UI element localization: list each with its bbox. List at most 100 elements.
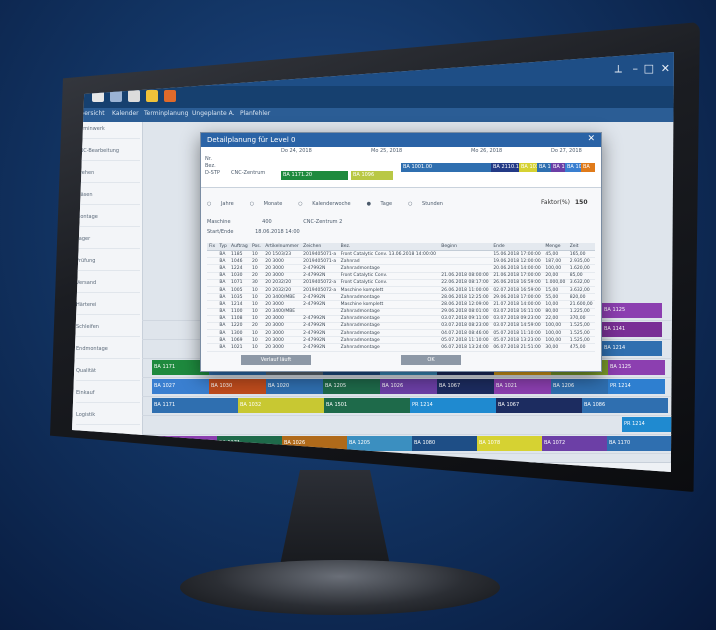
radio-option[interactable]: ● Tage: [166, 465, 184, 471]
gantt-bar[interactable]: BA 1067: [437, 379, 494, 394]
progress-button[interactable]: Verlauf läuft: [241, 355, 311, 365]
gantt-bar[interactable]: BA 1078: [477, 436, 542, 451]
table-cell: 1224: [229, 264, 250, 273]
dialog-gantt-bar[interactable]: BA 1001.00: [401, 163, 493, 172]
table-header[interactable]: Pos.: [249, 243, 264, 251]
resource-row[interactable]: Prüfung: [76, 258, 140, 271]
resource-row[interactable]: Fräsen: [76, 192, 140, 205]
gantt-bar[interactable]: BA 1027: [152, 379, 209, 394]
gantt-bar[interactable]: BA 1026: [380, 379, 437, 394]
tab-unplanned[interactable]: Ungeplante A.: [192, 110, 235, 117]
gantt-bar[interactable]: BA 1125: [602, 303, 662, 318]
gantt-bar[interactable]: BA 1205: [347, 436, 412, 451]
gantt-bar[interactable]: BA 1206: [551, 379, 608, 394]
table-header[interactable]: Menge: [543, 243, 568, 251]
table-row[interactable]: BA 1021 10 20 3000 2-47992N Zahnradmontage 06.…: [207, 343, 595, 352]
table-row[interactable]: BA 1100 10 20 3400/MBE Zahnradmontage 29.06.2…: [207, 308, 595, 316]
radio-option[interactable]: ○ Jahre: [78, 465, 97, 471]
table-row[interactable]: BA 1220 20 20 3000 2-47992N Zahnradmontage 03.…: [207, 322, 595, 331]
table-row[interactable]: BA 1185 10 20 1503/23 2019405071-a Front Cata…: [207, 250, 595, 259]
radio-option[interactable]: ○ Monate: [250, 201, 291, 207]
radio-option[interactable]: ● Tage: [367, 201, 401, 207]
resource-row[interactable]: Qualität: [76, 368, 140, 381]
table-header[interactable]: Auftrag: [229, 243, 250, 251]
table-cell: 10: [249, 250, 264, 259]
dialog-close-icon[interactable]: ✕: [587, 134, 595, 144]
gantt-bar[interactable]: BA 1501: [324, 398, 410, 413]
radio-option[interactable]: ○ Stunden: [408, 201, 451, 207]
resource-row[interactable]: Versand: [76, 280, 140, 293]
dialog-gantt-bar[interactable]: BA: [581, 163, 595, 172]
radio-option[interactable]: ○ Monate: [97, 465, 122, 471]
table-row[interactable]: BA 1224 10 20 3000 2-47992N Zahnradmontage 20.…: [207, 264, 595, 273]
dialog-gantt-bar[interactable]: BA 1036.20: [519, 163, 539, 172]
dialog-factor-value[interactable]: 150: [575, 199, 588, 206]
table-row[interactable]: BA 1005 10 20 2032/20 2019405072-a Maschine k…: [207, 286, 595, 295]
table-header[interactable]: Zeichen: [301, 243, 339, 251]
dialog-gantt-bar[interactable]: BA 2110.1: [491, 163, 521, 172]
table-row[interactable]: BA 1046 20 20 3000 2019405071-a Zahnrad 19.06.…: [207, 257, 595, 266]
chart-icon[interactable]: [164, 90, 176, 102]
ok-button[interactable]: OK: [401, 355, 461, 365]
resource-row[interactable]: CNC-Bearbeitung: [76, 148, 140, 161]
gantt-bar[interactable]: BA 1171: [152, 398, 238, 413]
close-icon[interactable]: ✕: [661, 62, 670, 75]
table-header[interactable]: Fix: [207, 243, 218, 251]
radio-option[interactable]: ○ Kalenderwoche: [298, 201, 358, 207]
gantt-bar[interactable]: PR 1214: [608, 379, 665, 394]
resource-row[interactable]: Härterei: [76, 302, 140, 315]
radio-option[interactable]: ○ Stunden: [183, 465, 210, 471]
table-row[interactable]: BA 1071 30 20 2032/20 2019405072-a Front Cata…: [207, 279, 595, 287]
radio-option[interactable]: ○ Kalenderwoche: [121, 465, 165, 471]
gantt-bar[interactable]: BA 1072: [542, 436, 607, 451]
maximize-icon[interactable]: □: [644, 62, 654, 75]
gantt-bar[interactable]: BA 1125: [608, 360, 665, 375]
tab-scheduling[interactable]: Terminplanung: [144, 110, 188, 117]
gantt-bar[interactable]: BA 1020: [266, 379, 323, 394]
gantt-bar[interactable]: BA 1030: [209, 379, 266, 394]
gantt-bar[interactable]: BA 1170: [607, 436, 672, 451]
gantt-bar[interactable]: BA 1141: [602, 322, 662, 337]
table-row[interactable]: BA 1300 10 20 3000 2-47992N Zahnradmontage 04.…: [207, 329, 595, 338]
resource-row[interactable]: Lager: [76, 236, 140, 249]
table-cell: 820,00: [567, 293, 595, 302]
resource-row[interactable]: Drehen: [76, 170, 140, 183]
gantt-bar[interactable]: BA 1214: [602, 341, 662, 356]
gantt-bar[interactable]: BA 1032: [238, 398, 324, 413]
gantt-bar[interactable]: BA 1205: [323, 379, 380, 394]
tab-calendar[interactable]: Kalender: [112, 110, 139, 117]
table-cell: 1108: [229, 315, 250, 323]
gantt-bar[interactable]: BA 1021: [494, 379, 551, 394]
table-header[interactable]: Beginn: [439, 243, 492, 251]
table-row[interactable]: BA 1214 10 20 3000 2-47992N Maschine komplett…: [207, 300, 595, 309]
resource-row[interactable]: Montage: [76, 214, 140, 227]
table-row[interactable]: BA 1108 10 20 3000 2-47992N Zahnradmontage 03.…: [207, 315, 595, 323]
gantt-bar[interactable]: PR 1214: [410, 398, 496, 413]
table-row[interactable]: BA 1069 10 20 3000 2-47992N Zahnradmontage 05.…: [207, 336, 595, 345]
folder-icon[interactable]: [146, 90, 158, 102]
gantt-bar[interactable]: BA 1067: [496, 398, 582, 413]
pin-icon[interactable]: ⟂: [615, 62, 622, 76]
resource-row[interactable]: Terminwerk: [76, 126, 140, 139]
table-row[interactable]: BA 1030 20 20 3000 2-47992N Front Catalytic C…: [207, 272, 595, 280]
resource-row[interactable]: Logistik: [76, 412, 140, 425]
table-cell: [207, 336, 218, 345]
resource-row[interactable]: Schleifen: [76, 324, 140, 337]
radio-option[interactable]: ○ Jahre: [207, 201, 242, 207]
tab-planning-errors[interactable]: Planfehler: [240, 110, 270, 117]
table-header[interactable]: Artikelnummer: [263, 243, 302, 251]
table-row[interactable]: BA 1035 10 20 3400/MBE 2-47992N Zahnradmontag…: [207, 293, 595, 302]
dialog-gantt-bar[interactable]: BA 1171.20: [281, 171, 348, 180]
minimize-icon[interactable]: –: [633, 62, 639, 75]
table-header[interactable]: Ende: [491, 243, 544, 251]
table-header[interactable]: Typ: [217, 243, 230, 251]
dialog-gantt-bar[interactable]: BA 1096: [351, 171, 393, 180]
table-cell: 30,00: [543, 343, 568, 352]
table-header[interactable]: Zeit: [567, 243, 595, 251]
table-header[interactable]: Bez.: [338, 243, 440, 251]
tools-icon[interactable]: [128, 90, 140, 102]
resource-row[interactable]: Einkauf: [76, 390, 140, 403]
resource-row[interactable]: Endmontage: [76, 346, 140, 359]
gantt-bar[interactable]: BA 1086: [582, 398, 668, 413]
gantt-bar[interactable]: BA 1080: [412, 436, 477, 451]
